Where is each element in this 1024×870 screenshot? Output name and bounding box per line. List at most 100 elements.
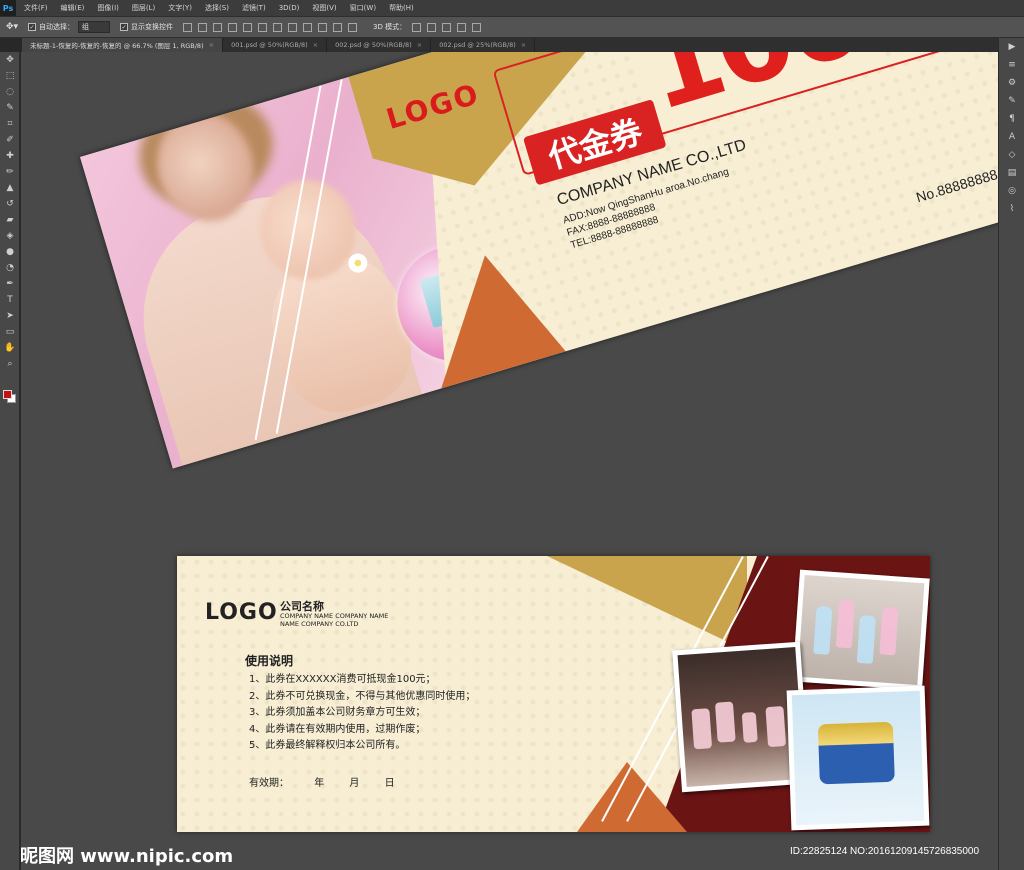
menu-3d[interactable]: 3D(D) bbox=[279, 4, 300, 12]
3d-pan-icon[interactable] bbox=[442, 22, 452, 32]
panel-dock: ▶ ≡ ⚙ ✎ ¶ A ◇ ▤ ◎ ⌇ bbox=[998, 38, 1024, 870]
document-canvas[interactable]: LOGO 100 元 代金券 COMPANY NAME CO.,LTD ADD:… bbox=[21, 52, 998, 870]
align-top-icon[interactable] bbox=[183, 22, 192, 32]
tools-panel: ✥ ⬚ ◌ ✎ ⌗ ✐ ✚ ✏ ▲ ↺ ▰ ◈ ● ◔ ✒ T ➤ ▭ ✋ ⌕ bbox=[0, 52, 20, 870]
lasso-icon[interactable]: ◌ bbox=[0, 84, 20, 100]
bottle-icon bbox=[856, 614, 877, 664]
distribute-right-icon[interactable] bbox=[348, 22, 357, 32]
settings-icon[interactable]: ⚙ bbox=[999, 74, 1024, 92]
3d-scale-icon[interactable] bbox=[472, 22, 482, 32]
history-brush-icon[interactable]: ↺ bbox=[0, 196, 20, 212]
zoom-icon[interactable]: ⌕ bbox=[0, 356, 20, 372]
layers-icon[interactable]: ▤ bbox=[999, 164, 1024, 182]
validity-month: 月 bbox=[349, 778, 360, 789]
photoshop-logo: Ps bbox=[0, 0, 16, 16]
menu-bar: Ps 文件(F) 编辑(E) 图像(I) 图层(L) 文字(Y) 选择(S) 滤… bbox=[0, 0, 1024, 16]
menu-view[interactable]: 视图(V) bbox=[312, 3, 336, 13]
photo-baby-bottles bbox=[792, 569, 930, 691]
align-vcenter-icon[interactable] bbox=[198, 22, 207, 32]
tab-label: 002.psd @ 25%(RGB/8) bbox=[439, 41, 516, 49]
move-tool-preset-icon[interactable]: ✥▾ bbox=[6, 20, 28, 34]
hand-icon[interactable]: ✋ bbox=[0, 340, 20, 356]
quick-select-icon[interactable]: ✎ bbox=[0, 100, 20, 116]
menu-layer[interactable]: 图层(L) bbox=[132, 3, 155, 13]
paths-icon[interactable]: ⌇ bbox=[999, 200, 1024, 218]
stamp-icon[interactable]: ▲ bbox=[0, 180, 20, 196]
coupon-front[interactable]: LOGO 100 元 代金券 COMPANY NAME CO.,LTD ADD:… bbox=[80, 52, 998, 469]
3d-icon[interactable]: ◇ bbox=[999, 146, 1024, 164]
menu-file[interactable]: 文件(F) bbox=[24, 3, 48, 13]
align-right-icon[interactable] bbox=[258, 22, 267, 32]
channels-icon[interactable]: ◎ bbox=[999, 182, 1024, 200]
menu-type[interactable]: 文字(Y) bbox=[168, 3, 192, 13]
tab-document-4[interactable]: 002.psd @ 25%(RGB/8) × bbox=[431, 38, 536, 52]
paragraph-icon[interactable]: ¶ bbox=[999, 110, 1024, 128]
menu-help[interactable]: 帮助(H) bbox=[389, 3, 414, 13]
distribute-hcenter-icon[interactable] bbox=[333, 22, 342, 32]
eraser-icon[interactable]: ▰ bbox=[0, 212, 20, 228]
auto-select-dropdown[interactable]: 组 bbox=[78, 21, 110, 33]
play-icon[interactable]: ▶ bbox=[999, 38, 1024, 56]
distribute-top-icon[interactable] bbox=[273, 22, 282, 32]
pump-bottle-icon bbox=[691, 708, 713, 750]
align-hcenter-icon[interactable] bbox=[243, 22, 252, 32]
show-transform-group: ✓ 显示变换控件 bbox=[120, 22, 173, 32]
healing-icon[interactable]: ✚ bbox=[0, 148, 20, 164]
bottle-icon bbox=[879, 606, 899, 656]
document-tabs: 未标题-1-恢复的-恢复的-恢复的 @ 66.7% (图层 1, RGB/8) ×… bbox=[22, 38, 1000, 52]
milk-powder-image bbox=[791, 690, 925, 826]
validity-line: 有效期： 年 月 日 bbox=[249, 774, 417, 789]
instruction-item: 3、此券须加盖本公司财务章方可生效； bbox=[249, 707, 426, 718]
tab-document-1[interactable]: 未标题-1-恢复的-恢复的-恢复的 @ 66.7% (图层 1, RGB/8) × bbox=[22, 38, 224, 52]
menu-filter[interactable]: 滤镜(T) bbox=[242, 3, 266, 13]
bucket-icon[interactable]: ◈ bbox=[0, 228, 20, 244]
validity-year: 年 bbox=[314, 778, 325, 789]
close-icon[interactable]: × bbox=[209, 41, 214, 49]
character-icon[interactable]: A bbox=[999, 128, 1024, 146]
history-icon[interactable]: ≡ bbox=[999, 56, 1024, 74]
brush-panel-icon[interactable]: ✎ bbox=[999, 92, 1024, 110]
company-name-en: NAME COMPANY CO.LTD bbox=[280, 620, 359, 628]
distribute-left-icon[interactable] bbox=[318, 22, 327, 32]
distribute-vcenter-icon[interactable] bbox=[288, 22, 297, 32]
path-select-icon[interactable]: ➤ bbox=[0, 308, 20, 324]
close-icon[interactable]: × bbox=[313, 41, 318, 49]
distribute-bottom-icon[interactable] bbox=[303, 22, 312, 32]
dodge-icon[interactable]: ◔ bbox=[0, 260, 20, 276]
eyedropper-icon[interactable]: ✐ bbox=[0, 132, 20, 148]
marquee-icon[interactable]: ⬚ bbox=[0, 68, 20, 84]
menu-edit[interactable]: 编辑(E) bbox=[61, 3, 85, 13]
skincare-image bbox=[677, 647, 805, 787]
pen-icon[interactable]: ✒ bbox=[0, 276, 20, 292]
align-bottom-icon[interactable] bbox=[213, 22, 222, 32]
auto-select-checkbox[interactable]: ✓ bbox=[28, 23, 36, 31]
watermark-id: ID:22825124 NO:20161209145726835000 bbox=[790, 846, 980, 857]
3d-roll-icon[interactable] bbox=[427, 22, 437, 32]
coupon-back[interactable]: LOGO 公司名称 COMPANY NAME COMPANY NAME NAME… bbox=[177, 556, 930, 832]
tab-document-3[interactable]: 002.psd @ 50%(RGB/8) × bbox=[327, 38, 432, 52]
show-transform-checkbox[interactable]: ✓ bbox=[120, 23, 128, 31]
brush-icon[interactable]: ✏ bbox=[0, 164, 20, 180]
type-icon[interactable]: T bbox=[0, 292, 20, 308]
tab-label: 001.psd @ 50%(RGB/8) bbox=[231, 41, 308, 49]
move-icon[interactable]: ✥ bbox=[0, 52, 20, 68]
company-name-en: COMPANY NAME COMPANY NAME bbox=[280, 612, 389, 620]
crop-icon[interactable]: ⌗ bbox=[0, 116, 20, 132]
align-left-icon[interactable] bbox=[228, 22, 237, 32]
3d-slide-icon[interactable] bbox=[457, 22, 467, 32]
instructions-list: 1、此券在XXXXXX消费可抵现金100元； 2、此券不可兑换现金，不得与其他优… bbox=[249, 672, 475, 755]
close-icon[interactable]: × bbox=[417, 41, 422, 49]
pump-bottle-icon bbox=[714, 701, 736, 743]
blur-icon[interactable]: ● bbox=[0, 244, 20, 260]
shape-icon[interactable]: ▭ bbox=[0, 324, 20, 340]
tab-document-2[interactable]: 001.psd @ 50%(RGB/8) × bbox=[223, 38, 328, 52]
3d-rotate-icon[interactable] bbox=[412, 22, 422, 32]
menu-window[interactable]: 窗口(W) bbox=[350, 3, 376, 13]
menu-image[interactable]: 图像(I) bbox=[97, 3, 119, 13]
bottle-icon bbox=[813, 605, 833, 655]
menu-select[interactable]: 选择(S) bbox=[205, 3, 229, 13]
foreground-color-swatch[interactable] bbox=[3, 390, 12, 399]
3d-mode-label: 3D 模式： bbox=[373, 23, 407, 31]
close-icon[interactable]: × bbox=[521, 41, 526, 49]
instruction-item: 5、此券最终解释权归本公司所有。 bbox=[249, 740, 406, 751]
